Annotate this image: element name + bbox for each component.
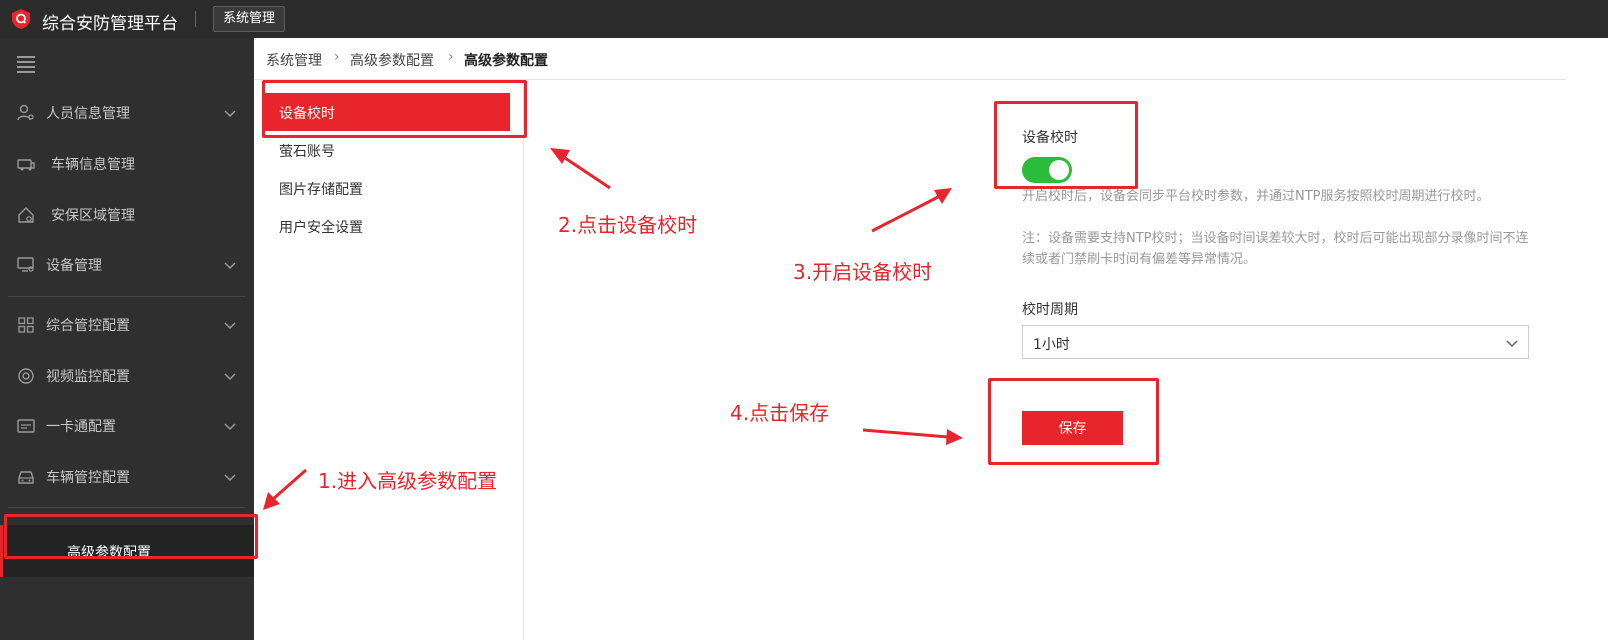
sidebar-item-7[interactable]: 一卡通配置 <box>0 401 254 451</box>
page-margin <box>1566 38 1608 640</box>
time-sync-note-text: 注：设备需要支持NTP校时；当设备时间误差较大时，校时后可能出现部分录像时间不连… <box>1022 231 1529 267</box>
vehicle-icon <box>17 159 35 171</box>
secondary-menu: 设备校时 萤石账号 图片存储配置 用户安全设置 <box>254 80 524 640</box>
sync-period-label: 校时周期 <box>1022 302 1078 318</box>
device-icon <box>17 257 34 272</box>
camera-icon <box>18 368 34 384</box>
breadcrumb-separator: › <box>334 49 340 65</box>
sidebar-item-label: 一卡通配置 <box>46 419 116 435</box>
chevron-down-icon[interactable] <box>224 319 236 331</box>
sidebar-item-8[interactable]: 车辆管控配置 <box>0 452 254 502</box>
submenu-item-label: 图片存储配置 <box>279 182 363 198</box>
active-indicator <box>0 525 3 577</box>
submenu-item-label: 萤石账号 <box>279 144 335 160</box>
annotation-box-step1 <box>4 514 258 559</box>
home-area-icon <box>18 207 34 223</box>
breadcrumb-item-system[interactable]: 系统管理 <box>266 50 322 70</box>
arrow-step4-icon <box>862 428 949 439</box>
annotation-box-step3 <box>994 101 1138 189</box>
chevron-down-icon[interactable] <box>224 107 236 119</box>
sidebar-item-1[interactable]: 人员信息管理 <box>0 88 254 138</box>
sidebar-divider <box>8 296 245 297</box>
sidebar-item-label: 综合管控配置 <box>46 318 130 334</box>
chevron-down-icon[interactable] <box>224 471 236 483</box>
annotation-step4: 4.点击保存 <box>730 401 830 425</box>
chevron-down-icon[interactable] <box>224 370 236 382</box>
sidebar-item-3[interactable]: 安保区域管理 <box>0 190 254 240</box>
annotation-step3: 3.开启设备校时 <box>793 260 933 284</box>
submenu-item-user-security[interactable]: 用户安全设置 <box>264 207 510 245</box>
breadcrumb: 系统管理 › 高级参数配置 › 高级参数配置 <box>254 38 1566 80</box>
annotation-step2: 2.点击设备校时 <box>558 213 698 237</box>
submenu-item-label: 用户安全设置 <box>279 220 363 236</box>
arrow-step2-head-icon <box>550 148 570 164</box>
sidebar-divider <box>8 507 245 508</box>
annotation-box-step4 <box>988 378 1159 465</box>
car-icon <box>18 471 34 484</box>
time-sync-help-text: 开启校时后，设备会同步平台校时参数，并通过NTP服务按照校时周期进行校时。 <box>1022 189 1490 204</box>
sync-period-value: 1小时 <box>1033 337 1070 353</box>
chevron-down-icon <box>1506 340 1518 348</box>
annotation-step1: 1.进入高级参数配置 <box>318 469 498 493</box>
top-bar: 综合安防管理平台 系统管理 <box>0 0 1608 38</box>
system-management-button[interactable]: 系统管理 <box>213 6 286 32</box>
submenu-item-image-storage[interactable]: 图片存储配置 <box>264 169 510 207</box>
sidebar-item-label: 设备管理 <box>46 258 102 274</box>
app-title: 综合安防管理平台 <box>42 14 178 34</box>
grid-icon <box>18 317 34 333</box>
person-icon <box>17 104 34 121</box>
breadcrumb-separator: › <box>448 49 454 65</box>
topbar-divider <box>195 11 196 27</box>
sidebar-item-6[interactable]: 视频监控配置 <box>0 351 254 401</box>
chevron-down-icon[interactable] <box>224 259 236 271</box>
sidebar-item-label: 车辆信息管理 <box>51 157 135 173</box>
annotation-box-step2 <box>262 80 527 138</box>
sidebar-item-2[interactable]: 车辆信息管理 <box>0 139 254 189</box>
breadcrumb-item-advanced[interactable]: 高级参数配置 <box>350 50 434 70</box>
sidebar-item-label: 视频监控配置 <box>46 369 130 385</box>
sidebar-item-4[interactable]: 设备管理 <box>0 240 254 290</box>
sync-period-select[interactable]: 1小时 <box>1022 325 1529 359</box>
shield-logo-icon <box>12 9 30 29</box>
arrow-step3-icon <box>871 194 941 233</box>
menu-collapse-icon[interactable] <box>17 56 35 73</box>
card-icon <box>17 419 35 433</box>
sidebar-item-label: 安保区域管理 <box>51 208 135 224</box>
sidebar-item-5[interactable]: 综合管控配置 <box>0 300 254 350</box>
arrow-step3-head-icon <box>934 188 952 204</box>
sidebar-item-label: 人员信息管理 <box>46 106 130 122</box>
arrow-step2-icon <box>561 154 611 190</box>
chevron-down-icon[interactable] <box>224 420 236 432</box>
arrow-step4-head-icon <box>946 429 963 445</box>
sidebar-item-label: 车辆管控配置 <box>46 470 130 486</box>
breadcrumb-current: 高级参数配置 <box>464 53 548 69</box>
